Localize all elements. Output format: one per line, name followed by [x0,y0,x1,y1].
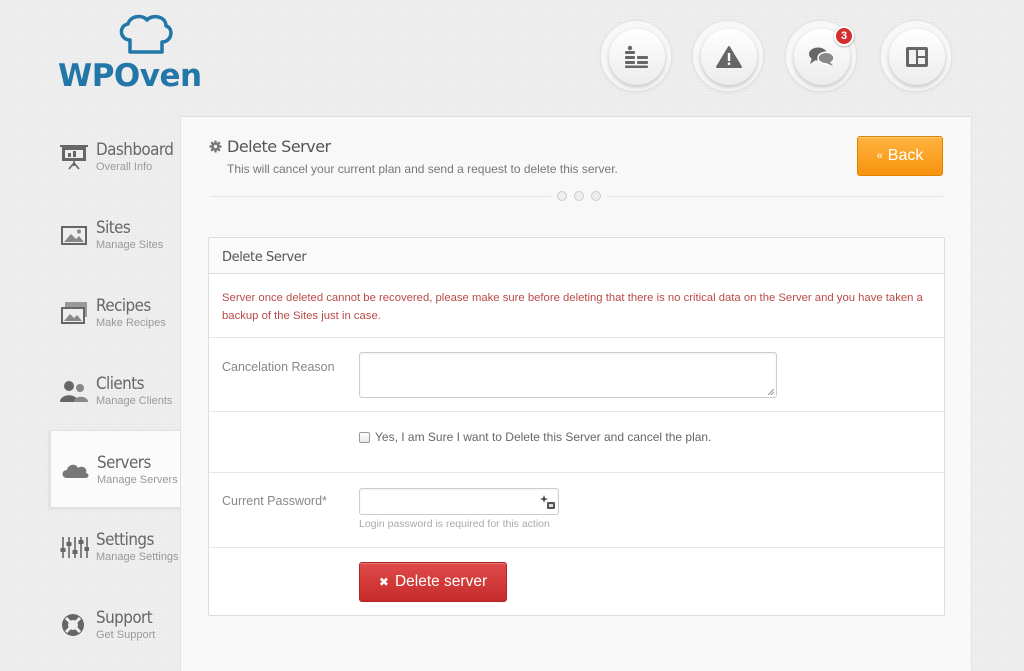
main-panel: Delete Server This will cancel your curr… [180,116,972,671]
alerts-button[interactable] [692,20,764,92]
form-heading: Delete Server [209,238,944,274]
double-chevron-left-icon: « [876,150,883,162]
sidebar-item-support[interactable]: Support Get Support [50,586,182,664]
image-gallery-icon [61,226,87,245]
sidebar-nav: Dashboard Overall Info Sites Manage Site… [50,118,182,664]
sidebar-item-title: Support [96,608,153,627]
gear-icon [209,140,222,153]
confirm-row: Yes, I am Sure I want to Delete this Ser… [209,412,944,473]
back-button-label: Back [887,147,924,164]
password-label: Current Password* [222,494,327,508]
sidebar-item-title: Recipes [96,296,151,315]
sidebar-item-dashboard[interactable]: Dashboard Overall Info [50,118,182,196]
password-key-icon [540,495,555,509]
page-subtitle: This will cancel your current plan and s… [227,162,618,176]
lifebuoy-icon [62,614,84,636]
sidebar-item-subtitle: Make Recipes [96,317,166,329]
messages-button[interactable]: 3 [785,20,857,92]
sidebar-item-subtitle: Manage Clients [96,395,173,407]
layout-grid-icon [906,47,928,67]
messages-badge: 3 [834,26,854,46]
sidebar-item-subtitle: Manage Settings [96,551,179,563]
users-icon [60,381,88,402]
sidebar-item-settings[interactable]: Settings Manage Settings [50,508,182,586]
password-help-text: Login password is required for this acti… [359,518,550,530]
sidebar-item-subtitle: Manage Sites [96,239,164,251]
sidebar-item-title: Clients [96,374,145,393]
delete-server-form: Delete Server Server once deleted cannot… [208,237,945,616]
page-title: Delete Server [209,137,618,156]
confirm-checkbox-wrap[interactable]: Yes, I am Sure I want to Delete this Ser… [359,430,711,444]
password-row: Current Password* Login password is requ… [209,473,944,548]
sidebar-item-title: Dashboard [96,140,174,159]
chat-bubbles-icon [809,47,835,66]
stacked-images-icon [61,302,87,324]
cloud-icon [62,464,89,478]
confirm-checkbox[interactable] [359,431,370,443]
page-header: Delete Server This will cancel your curr… [209,137,618,176]
reason-label: Cancelation Reason [222,360,335,374]
divider-dot [591,191,601,201]
presentation-board-icon [60,145,88,170]
reason-row: Cancelation Reason [209,338,944,412]
divider-dot [557,191,567,201]
chef-hat-icon [119,14,173,54]
sidebar-item-subtitle: Get Support [96,629,156,641]
submit-row: ✖ Delete server [209,548,944,615]
billing-button[interactable] [600,20,672,92]
sidebar-item-servers[interactable]: Servers Manage Servers [50,430,182,508]
warning-icon [716,46,742,68]
confirm-label[interactable]: Yes, I am Sure I want to Delete this Ser… [375,430,711,444]
sidebar-item-title: Settings [96,530,154,549]
sidebar-item-recipes[interactable]: Recipes Make Recipes [50,274,182,352]
cancelation-reason-textarea[interactable] [359,352,777,398]
close-icon: ✖ [378,575,389,589]
sidebar-item-subtitle: Overall Info [96,161,153,173]
coins-icon [625,45,648,68]
wpoven-logo[interactable]: WPOven [58,14,218,94]
logo-text: WPOven [58,58,202,94]
delete-server-button[interactable]: ✖ Delete server [359,562,507,602]
sidebar-item-sites[interactable]: Sites Manage Sites [50,196,182,274]
page-title-text: Delete Server [227,137,331,156]
layout-button[interactable] [880,20,952,92]
sidebar-item-clients[interactable]: Clients Manage Clients [50,352,182,430]
current-password-input[interactable] [359,488,559,515]
delete-button-label: Delete server [394,573,488,590]
divider-dots [551,191,607,201]
sidebar-item-title: Servers [97,453,151,472]
sidebar-item-subtitle: Manage Servers [97,474,178,486]
divider-dot [574,191,584,201]
warning-message: Server once deleted cannot be recovered,… [209,274,944,338]
sliders-icon [60,537,89,558]
back-button[interactable]: « Back [857,136,943,176]
sidebar-item-title: Sites [96,218,131,237]
